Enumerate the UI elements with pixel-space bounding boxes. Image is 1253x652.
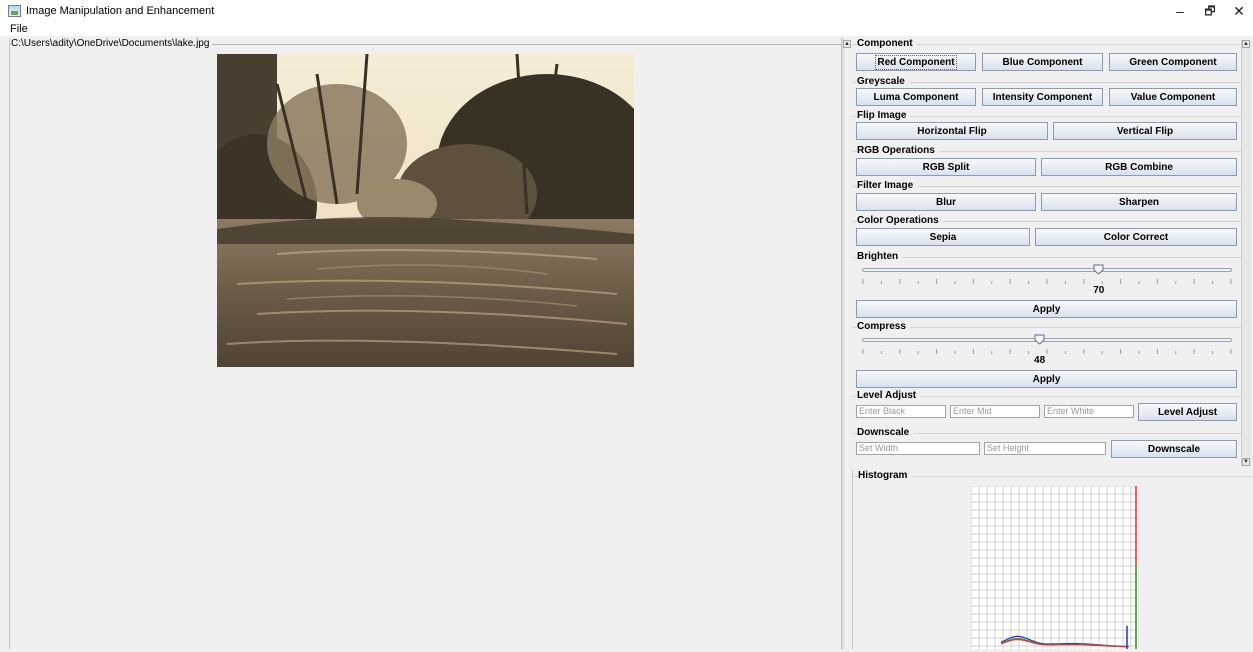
split-divider[interactable] xyxy=(842,38,844,649)
value-component-button[interactable]: Value Component xyxy=(1109,88,1237,106)
section-title: RGB Operations xyxy=(857,145,939,156)
section-border xyxy=(852,116,1242,117)
compress-apply-button[interactable]: Apply xyxy=(856,370,1237,388)
section-title: Filter Image xyxy=(857,180,918,191)
color-correct-button[interactable]: Color Correct xyxy=(1035,228,1237,246)
intensity-component-button[interactable]: Intensity Component xyxy=(982,88,1103,106)
component-section: Component Red Component Blue Component G… xyxy=(852,38,1242,73)
blue-component-button[interactable]: Blue Component xyxy=(982,53,1103,71)
horizontal-flip-button[interactable]: Horizontal Flip xyxy=(856,122,1048,140)
close-button[interactable]: ✕ xyxy=(1223,2,1253,20)
menu-file[interactable]: File xyxy=(10,23,28,35)
section-title: Color Operations xyxy=(857,215,943,226)
section-border xyxy=(853,476,1253,477)
compress-section: Compress 48 Apply xyxy=(852,321,1242,391)
brighten-section: Brighten 70 Apply xyxy=(852,251,1242,321)
downscale-button[interactable]: Downscale xyxy=(1111,440,1237,458)
histogram-title: Histogram xyxy=(858,470,912,481)
flip-section: Flip Image Horizontal Flip Vertical Flip xyxy=(852,110,1242,145)
app-icon xyxy=(8,5,21,17)
luma-component-button[interactable]: Luma Component xyxy=(856,88,976,106)
level-adjust-button[interactable]: Level Adjust xyxy=(1138,403,1237,421)
filter-section: Filter Image Blur Sharpen xyxy=(852,180,1242,215)
red-component-button[interactable]: Red Component xyxy=(856,53,976,71)
section-border xyxy=(852,82,1242,83)
rgb-split-button[interactable]: RGB Split xyxy=(856,158,1036,176)
scroll-up-arrow[interactable]: ▲ xyxy=(1242,40,1250,48)
section-title: Level Adjust xyxy=(857,390,921,401)
rgb-combine-button[interactable]: RGB Combine xyxy=(1041,158,1237,176)
brighten-slider-ticks xyxy=(862,279,1232,284)
section-title: Greyscale xyxy=(857,76,909,87)
menu-bar: File xyxy=(0,22,1253,36)
brighten-apply-button[interactable]: Apply xyxy=(856,300,1237,318)
image-panel: C:\Users\adity\OneDrive\Documents\lake.j… xyxy=(9,38,842,649)
section-title: Component xyxy=(857,38,917,49)
image-path-label: C:\Users\adity\OneDrive\Documents\lake.j… xyxy=(11,38,213,49)
green-component-button[interactable]: Green Component xyxy=(1109,53,1237,71)
compress-slider-thumb[interactable] xyxy=(1034,334,1045,345)
black-level-input[interactable]: Enter Black xyxy=(856,405,946,418)
greyscale-section: Greyscale Luma Component Intensity Compo… xyxy=(852,76,1242,111)
sepia-button[interactable]: Sepia xyxy=(856,228,1030,246)
histogram-chart xyxy=(970,485,1140,649)
mid-level-input[interactable]: Enter Mid xyxy=(950,405,1040,418)
rgb-operations-section: RGB Operations RGB Split RGB Combine xyxy=(852,145,1242,180)
brighten-slider-track[interactable] xyxy=(862,268,1232,272)
color-operations-section: Color Operations Sepia Color Correct xyxy=(852,215,1242,250)
window-title: Image Manipulation and Enhancement xyxy=(26,5,215,17)
scroll-down-arrow[interactable]: ▼ xyxy=(1242,458,1250,466)
controls-panel: Component Red Component Blue Component G… xyxy=(852,38,1242,468)
brighten-slider-thumb[interactable] xyxy=(1093,264,1104,275)
section-title: Flip Image xyxy=(857,110,911,121)
section-border xyxy=(852,257,1242,258)
vertical-flip-button[interactable]: Vertical Flip xyxy=(1053,122,1237,140)
white-level-input[interactable]: Enter White xyxy=(1044,405,1134,418)
sharpen-button[interactable]: Sharpen xyxy=(1041,193,1237,211)
minimize-button[interactable]: – xyxy=(1164,2,1196,20)
height-input[interactable]: Set Height xyxy=(984,442,1106,455)
maximize-button[interactable]: 🗗 xyxy=(1194,2,1226,20)
level-adjust-section: Level Adjust Enter Black Enter Mid Enter… xyxy=(852,390,1242,425)
downscale-section: Downscale Set Width Set Height Downscale xyxy=(852,427,1242,462)
title-bar: Image Manipulation and Enhancement – 🗗 ✕ xyxy=(0,0,1253,22)
compress-slider-track[interactable] xyxy=(862,338,1232,342)
compress-value: 48 xyxy=(1034,355,1046,366)
brighten-value: 70 xyxy=(1093,285,1105,296)
scroll-up-arrow-left[interactable]: ▲ xyxy=(843,40,851,48)
blur-button[interactable]: Blur xyxy=(856,193,1036,211)
section-title: Downscale xyxy=(857,427,914,438)
histogram-panel: Histogram xyxy=(852,470,1253,649)
section-border xyxy=(852,327,1242,328)
width-input[interactable]: Set Width xyxy=(856,442,980,455)
controls-scrollbar[interactable] xyxy=(1241,40,1251,466)
image-preview xyxy=(217,54,634,367)
section-title: Brighten xyxy=(857,251,903,262)
section-title: Compress xyxy=(857,321,910,332)
